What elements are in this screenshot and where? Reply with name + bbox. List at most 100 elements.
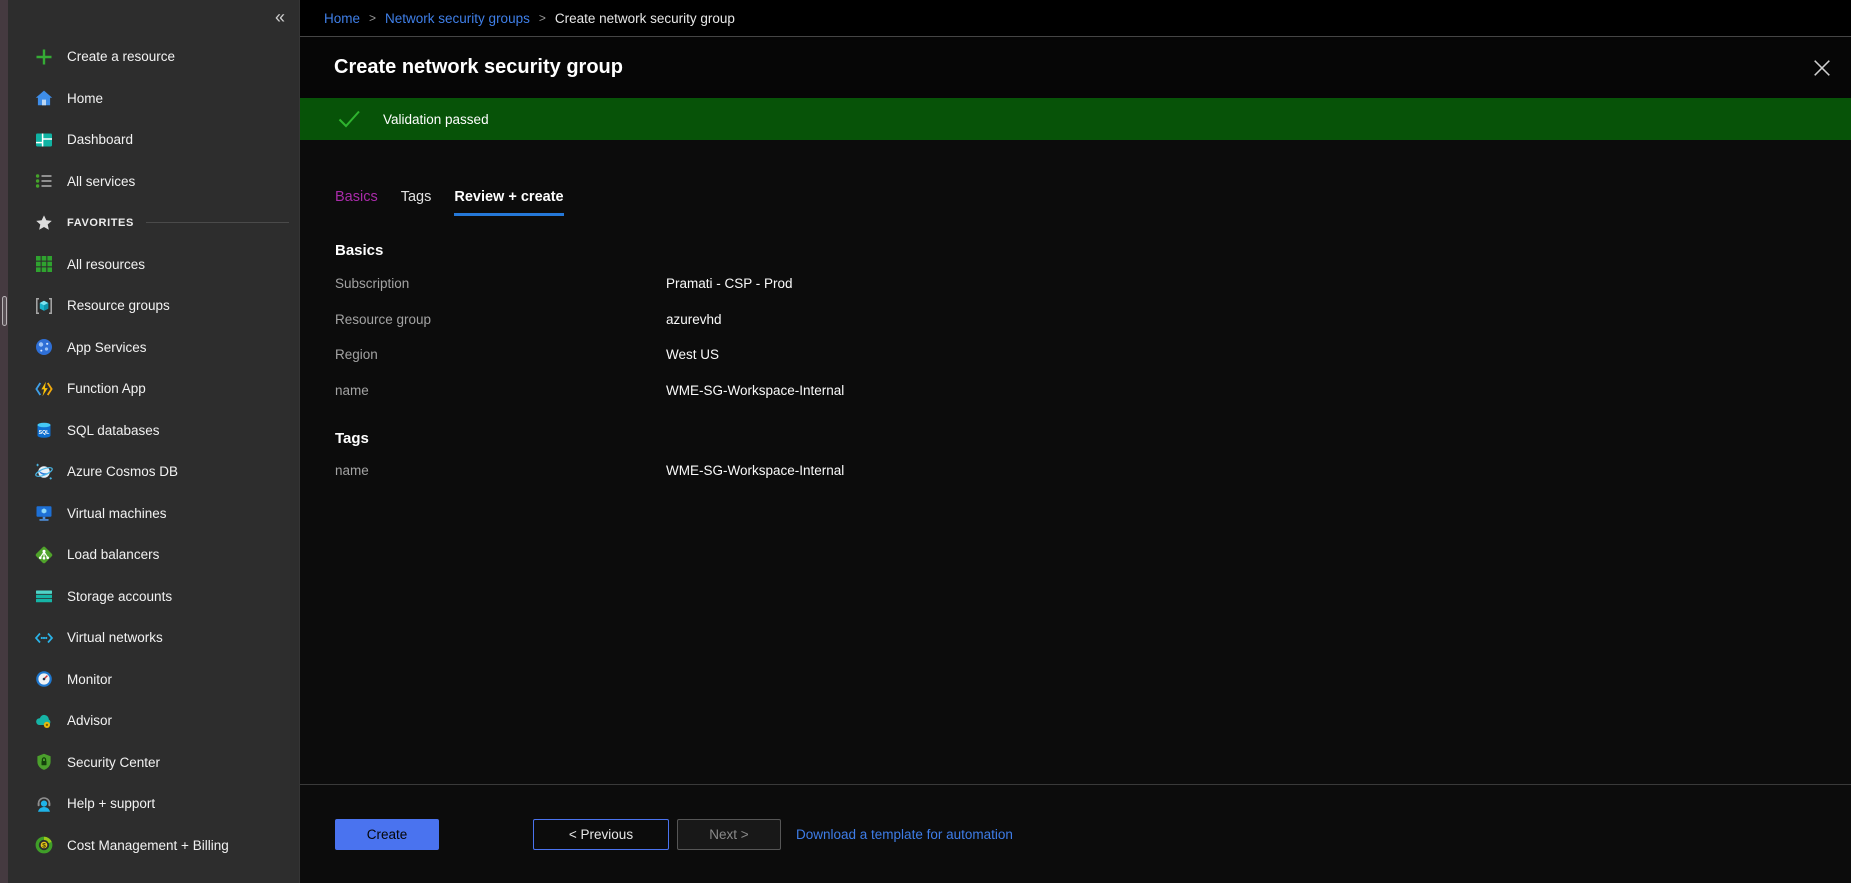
tab-review-create[interactable]: Review + create xyxy=(454,189,563,216)
row-label: Region xyxy=(335,347,666,362)
sidebar-favorites-header: FAVORITES xyxy=(8,202,299,244)
services-list-icon xyxy=(33,171,54,192)
app-services-icon xyxy=(33,337,54,358)
sidebar-item-security-center[interactable]: Security Center xyxy=(8,742,299,784)
star-icon xyxy=(33,212,54,233)
breadcrumb-network-security-groups[interactable]: Network security groups xyxy=(385,11,530,26)
dashboard-icon xyxy=(33,129,54,150)
sidebar-item-label: App Services xyxy=(67,340,147,355)
sidebar-item-create-a-resource[interactable]: Create a resource xyxy=(8,36,299,78)
favorites-label: FAVORITES xyxy=(67,217,134,229)
load-balancers-icon xyxy=(33,544,54,565)
sidebar-item-sql-databases[interactable]: SQL SQL databases xyxy=(8,410,299,452)
breadcrumb-home[interactable]: Home xyxy=(324,11,360,26)
virtual-machines-icon xyxy=(33,503,54,524)
review-row-name: name WME-SG-Workspace-Internal xyxy=(335,373,1851,409)
basics-rows: Subscription Pramati - CSP - Prod Resour… xyxy=(335,266,1851,408)
favorites-divider xyxy=(146,222,289,223)
cosmos-db-icon xyxy=(33,461,54,482)
next-button[interactable]: Next > xyxy=(677,819,781,850)
create-button[interactable]: Create xyxy=(335,819,439,850)
sidebar-item-virtual-networks[interactable]: Virtual networks xyxy=(8,617,299,659)
monitor-icon xyxy=(33,669,54,690)
sidebar-item-label: Virtual networks xyxy=(67,630,163,645)
sidebar-item-function-app[interactable]: Function App xyxy=(8,368,299,410)
row-label: name xyxy=(335,383,666,398)
advisor-icon xyxy=(33,710,54,731)
resources-grid-icon xyxy=(33,254,54,275)
sidebar-item-label: All services xyxy=(67,174,135,189)
sidebar-item-label: Security Center xyxy=(67,755,160,770)
sidebar-item-resource-groups[interactable]: Resource groups xyxy=(8,285,299,327)
sidebar-item-dashboard[interactable]: Dashboard xyxy=(8,119,299,161)
validation-banner: Validation passed xyxy=(300,98,1851,140)
sidebar-item-load-balancers[interactable]: Load balancers xyxy=(8,534,299,576)
sidebar-item-label: Help + support xyxy=(67,796,155,811)
sidebar-item-app-services[interactable]: App Services xyxy=(8,327,299,369)
previous-button[interactable]: < Previous xyxy=(533,819,669,850)
svg-text:SQL: SQL xyxy=(38,430,49,436)
sidebar-item-label: All resources xyxy=(67,257,145,272)
review-row-resource-group: Resource group azurevhd xyxy=(335,302,1851,338)
sidebar-item-label: Dashboard xyxy=(67,132,133,147)
sidebar-item-home[interactable]: Home xyxy=(8,78,299,120)
sidebar-item-azure-cosmos-db[interactable]: Azure Cosmos DB xyxy=(8,451,299,493)
sidebar-item-label: Advisor xyxy=(67,713,112,728)
sidebar-item-label: Azure Cosmos DB xyxy=(67,464,178,479)
sidebar-item-label: SQL databases xyxy=(67,423,160,438)
sql-databases-icon: SQL xyxy=(33,420,54,441)
review-row-tag-name: name WME-SG-Workspace-Internal xyxy=(335,453,1851,489)
sidebar-item-label: Home xyxy=(67,91,103,106)
scrollbar-thumb[interactable] xyxy=(2,296,7,326)
home-icon xyxy=(33,88,54,109)
sidebar-item-all-resources[interactable]: All resources xyxy=(8,244,299,286)
row-label: name xyxy=(335,463,666,478)
breadcrumb-separator: > xyxy=(539,11,546,25)
sidebar-item-label: Create a resource xyxy=(67,49,175,64)
sidebar-item-label: Storage accounts xyxy=(67,589,172,604)
footer-bar: Create < Previous Next > Download a temp… xyxy=(300,784,1851,883)
tags-section-heading: Tags xyxy=(335,430,1851,447)
row-value: Pramati - CSP - Prod xyxy=(666,276,793,291)
function-app-icon xyxy=(33,378,54,399)
sidebar-item-monitor[interactable]: Monitor xyxy=(8,659,299,701)
virtual-networks-icon xyxy=(33,627,54,648)
row-value: West US xyxy=(666,347,719,362)
breadcrumb-current: Create network security group xyxy=(555,11,735,26)
main-panel: Home > Network security groups > Create … xyxy=(299,0,1851,883)
validation-banner-text: Validation passed xyxy=(383,112,489,127)
sidebar-collapse-icon[interactable]: « xyxy=(271,4,289,30)
tab-basics[interactable]: Basics xyxy=(335,189,378,216)
security-center-icon xyxy=(33,752,54,773)
sidebar-item-cost-management-billing[interactable]: $ Cost Management + Billing xyxy=(8,825,299,867)
checkmark-icon xyxy=(337,109,362,129)
left-accent-strip xyxy=(0,0,8,883)
breadcrumb-separator: > xyxy=(369,11,376,25)
sidebar-item-virtual-machines[interactable]: Virtual machines xyxy=(8,493,299,535)
help-support-icon xyxy=(33,793,54,814)
sidebar-item-label: Resource groups xyxy=(67,298,170,313)
sidebar-item-storage-accounts[interactable]: Storage accounts xyxy=(8,576,299,618)
sidebar-item-label: Function App xyxy=(67,381,146,396)
breadcrumb: Home > Network security groups > Create … xyxy=(300,0,1851,37)
storage-accounts-icon xyxy=(33,586,54,607)
tags-rows: name WME-SG-Workspace-Internal xyxy=(335,453,1851,489)
sidebar-item-label: Monitor xyxy=(67,672,112,687)
wizard-tabs: Basics Tags Review + create xyxy=(335,189,1851,216)
sidebar-item-label: Cost Management + Billing xyxy=(67,838,229,853)
resource-groups-icon xyxy=(33,295,54,316)
sidebar-item-all-services[interactable]: All services xyxy=(8,161,299,203)
close-icon[interactable] xyxy=(1807,53,1837,83)
sidebar-item-advisor[interactable]: Advisor xyxy=(8,700,299,742)
sidebar-item-help-support[interactable]: Help + support xyxy=(8,783,299,825)
download-template-link[interactable]: Download a template for automation xyxy=(796,827,1013,842)
review-row-subscription: Subscription Pramati - CSP - Prod xyxy=(335,266,1851,302)
basics-section-heading: Basics xyxy=(335,242,1851,259)
row-value: WME-SG-Workspace-Internal xyxy=(666,383,844,398)
row-value: WME-SG-Workspace-Internal xyxy=(666,463,844,478)
page-title: Create network security group xyxy=(334,56,623,79)
review-row-region: Region West US xyxy=(335,337,1851,373)
sidebar-nav: Create a resource Home Dashboard All ser… xyxy=(8,36,299,866)
tab-tags[interactable]: Tags xyxy=(401,189,432,216)
sidebar-item-label: Virtual machines xyxy=(67,506,167,521)
